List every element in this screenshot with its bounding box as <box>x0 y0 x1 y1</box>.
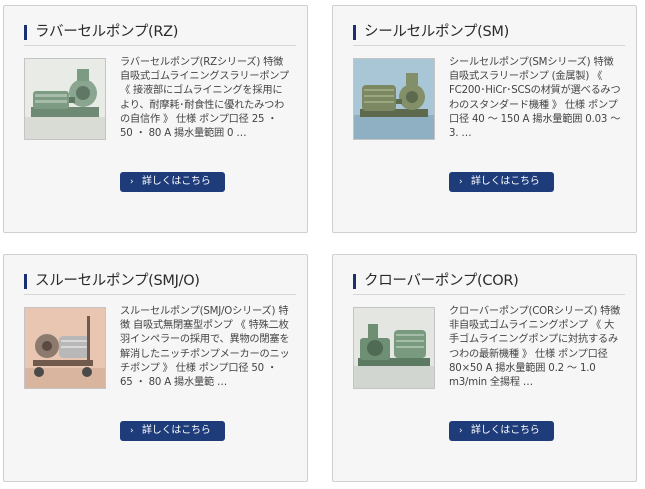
pump-photo-icon <box>354 308 434 388</box>
detail-button-label: 詳しくはこちら <box>471 176 540 187</box>
product-card-smjo: スルーセルポンプ(SMJ/O) スルーセルポンプ(SMJ/Oシリーズ) 特徴 自… <box>3 254 308 482</box>
chevron-right-icon: › <box>130 177 134 187</box>
pump-photo-icon <box>354 59 434 139</box>
detail-button-label: 詳しくはこちら <box>142 176 211 187</box>
card-title-text[interactable]: スルーセルポンプ(SMJ/O) <box>35 272 200 290</box>
product-description: スルーセルポンプ(SMJ/Oシリーズ) 特徴 自吸式無閉塞型ポンプ 《 特殊二枚… <box>120 306 290 389</box>
product-image[interactable] <box>353 58 435 140</box>
title-accent-bar <box>24 25 27 40</box>
card-heading: ラバーセルポンプ(RZ) <box>24 22 296 46</box>
card-heading: シールセルポンプ(SM) <box>353 22 625 46</box>
chevron-right-icon: › <box>130 426 134 436</box>
chevron-right-icon: › <box>459 177 463 187</box>
product-card-rz: ラバーセルポンプ(RZ) ラバーセルポンプ(RZシリーズ) 特徴 自吸式ゴムライ… <box>3 5 308 233</box>
title-accent-bar <box>353 274 356 289</box>
detail-button[interactable]: › 詳しくはこちら <box>120 172 225 192</box>
product-card-sm: シールセルポンプ(SM) シールセルポンプ(SMシリーズ) 特徴 自吸式スラリー… <box>332 5 637 233</box>
card-title-text[interactable]: ラバーセルポンプ(RZ) <box>35 23 178 41</box>
card-title-text[interactable]: クローバーポンプ(COR) <box>364 272 519 290</box>
title-accent-bar <box>24 274 27 289</box>
detail-button[interactable]: › 詳しくはこちら <box>449 421 554 441</box>
card-heading: スルーセルポンプ(SMJ/O) <box>24 271 296 295</box>
product-description: クローバーポンプ(CORシリーズ) 特徴 非自吸式ゴムライニングポンプ 《 大手… <box>449 306 621 389</box>
detail-button[interactable]: › 詳しくはこちら <box>120 421 225 441</box>
product-image[interactable] <box>24 307 106 389</box>
product-image[interactable] <box>24 58 106 140</box>
detail-button-label: 詳しくはこちら <box>142 425 211 436</box>
detail-button-label: 詳しくはこちら <box>471 425 540 436</box>
title-accent-bar <box>353 25 356 40</box>
card-title-text[interactable]: シールセルポンプ(SM) <box>364 23 509 41</box>
card-heading: クローバーポンプ(COR) <box>353 271 625 295</box>
detail-button[interactable]: › 詳しくはこちら <box>449 172 554 192</box>
product-image[interactable] <box>353 307 435 389</box>
product-card-cor: クローバーポンプ(COR) クローバーポンプ(CORシリーズ) 特徴 非自吸式ゴ… <box>332 254 637 482</box>
chevron-right-icon: › <box>459 426 463 436</box>
pump-photo-icon <box>25 59 105 139</box>
pump-photo-icon <box>25 308 105 388</box>
product-description: ラバーセルポンプ(RZシリーズ) 特徴 自吸式ゴムライニングスラリーポンプ 《 … <box>120 57 289 140</box>
product-description: シールセルポンプ(SMシリーズ) 特徴 自吸式スラリーポンプ (金属製) 《 F… <box>449 57 621 140</box>
